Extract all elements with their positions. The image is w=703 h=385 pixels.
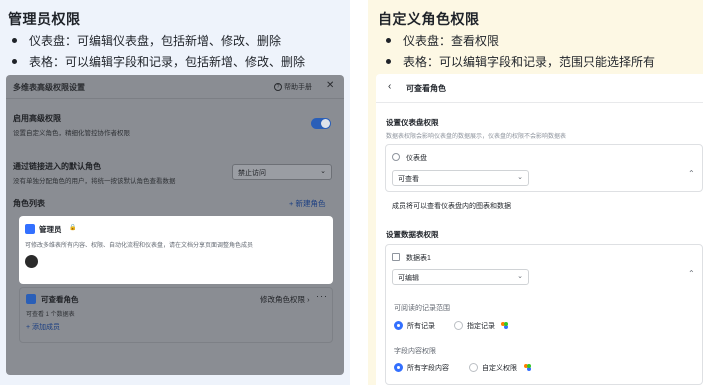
lock-icon: 🔒 — [69, 225, 77, 231]
right-bullet-1: 仪表盘：查看权限 — [386, 32, 499, 49]
avatar — [25, 255, 38, 268]
table-section-title: 设置数据表权限 — [386, 230, 439, 239]
table-permission-box: 数据表1 可编辑 ⌄ ⌃ 可阅读的记录范围 所有记录 指定记录 字段内容权限 所… — [385, 244, 703, 385]
enable-advanced-desc: 设置自定义角色，精细化管控协作者权限 — [13, 130, 130, 137]
left-bullet-2: 表格：可以编辑字段和记录，包括新增、修改、删除 — [12, 53, 305, 70]
enable-advanced-title: 启用高级权限 — [13, 114, 61, 123]
field-permission-label: 字段内容权限 — [394, 348, 436, 355]
default-role-select[interactable]: 禁止访问 ⌄ — [232, 164, 332, 180]
dashboard-name: 仪表盘 — [406, 155, 427, 162]
left-heading: 管理员权限 — [8, 11, 81, 27]
viewer-role-desc: 可查看 1 个数据表 — [26, 312, 75, 318]
premium-icon — [524, 364, 531, 371]
dashboard-permission-box: 仪表盘 可查看 ⌄ ⌃ — [385, 144, 703, 192]
help-icon: ? — [274, 83, 282, 92]
premium-icon — [501, 322, 508, 329]
chevron-down-icon: ⌄ — [517, 273, 523, 280]
owner-role-desc: 可修改多维表所有内容、权限、自动化流程和仪表盘，请在文档分享页面调整角色成员 — [25, 243, 254, 249]
dialog-header: 多维表高级权限设置 ? 帮助手册 ✕ — [6, 75, 344, 99]
table-permission-select[interactable]: 可编辑 ⌄ — [392, 269, 529, 285]
radio-all-fields[interactable] — [394, 363, 403, 372]
enable-advanced-toggle[interactable] — [311, 118, 331, 129]
radio-all-records[interactable] — [394, 321, 403, 330]
edit-role-permission-button[interactable]: 修改角色权限 › — [260, 294, 310, 305]
owner-role-name: 管理员 — [39, 225, 62, 234]
add-member-button[interactable]: + 添加成员 — [26, 322, 60, 332]
panel-title: 可查看角色 — [406, 84, 446, 93]
role-icon — [26, 294, 36, 304]
advanced-permission-dialog: 多维表高级权限设置 ? 帮助手册 ✕ 启用高级权限 设置自定义角色，精细化管控协作… — [6, 75, 344, 375]
role-icon — [25, 224, 35, 234]
viewer-role-name: 可查看角色 — [41, 295, 79, 304]
help-link[interactable]: ? 帮助手册 — [274, 82, 312, 92]
collapse-icon[interactable]: ⌃ — [688, 169, 695, 178]
radio-custom-permission[interactable] — [469, 363, 478, 372]
left-bullet-1: 仪表盘：可编辑仪表盘，包括新增、修改、删除 — [12, 32, 281, 49]
custom-permission-label: 自定义权限 — [482, 365, 517, 372]
specified-records-label: 指定记录 — [467, 323, 495, 330]
back-icon[interactable]: ‹ — [388, 81, 391, 92]
dashboard-section-title: 设置仪表盘权限 — [386, 118, 439, 127]
radio-specified-records[interactable] — [454, 321, 463, 330]
viewer-role-card: 可查看角色 修改角色权限 › ··· 可查看 1 个数据表 + 添加成员 — [19, 287, 333, 343]
chevron-down-icon: ⌄ — [517, 174, 523, 181]
all-fields-label: 所有字段内容 — [407, 365, 449, 372]
owner-role-card[interactable]: 管理员 🔒 可修改多维表所有内容、权限、自动化流程和仪表盘，请在文档分享页面调整… — [19, 216, 333, 284]
dashboard-permission-select[interactable]: 可查看 ⌄ — [392, 170, 529, 186]
dashboard-section-hint: 数据表权限会影响仪表盘的数据展示，仪表盘的权限不会影响数据表 — [386, 134, 567, 140]
dashboard-note: 成员将可以查看仪表盘内的图表和数据 — [392, 203, 511, 210]
role-list-label: 角色列表 — [13, 199, 45, 208]
records-scope-label: 可阅读的记录范围 — [394, 305, 450, 312]
new-role-button[interactable]: + 新建角色 — [289, 198, 325, 209]
default-role-desc: 没有单独分配角色的用户，将统一按该默认角色查看数据 — [13, 178, 176, 185]
dashboard-icon — [392, 153, 400, 161]
table-icon — [392, 253, 400, 261]
right-heading: 自定义角色权限 — [378, 11, 480, 27]
close-icon[interactable]: ✕ — [326, 80, 334, 91]
default-role-title: 通过链接进入的默认角色 — [13, 162, 101, 171]
dialog-title: 多维表高级权限设置 — [13, 83, 85, 92]
more-icon[interactable]: ··· — [316, 291, 328, 301]
role-settings-panel: ‹ 可查看角色 设置仪表盘权限 数据表权限会影响仪表盘的数据展示，仪表盘的权限不… — [376, 74, 703, 385]
table-name: 数据表1 — [406, 255, 431, 262]
chevron-down-icon: ⌄ — [320, 168, 326, 175]
divider — [376, 102, 703, 103]
all-records-label: 所有记录 — [407, 323, 435, 330]
collapse-icon[interactable]: ⌃ — [688, 269, 695, 278]
right-bullet-2: 表格：可以编辑字段和记录，范围只能选择所有 — [386, 53, 655, 70]
